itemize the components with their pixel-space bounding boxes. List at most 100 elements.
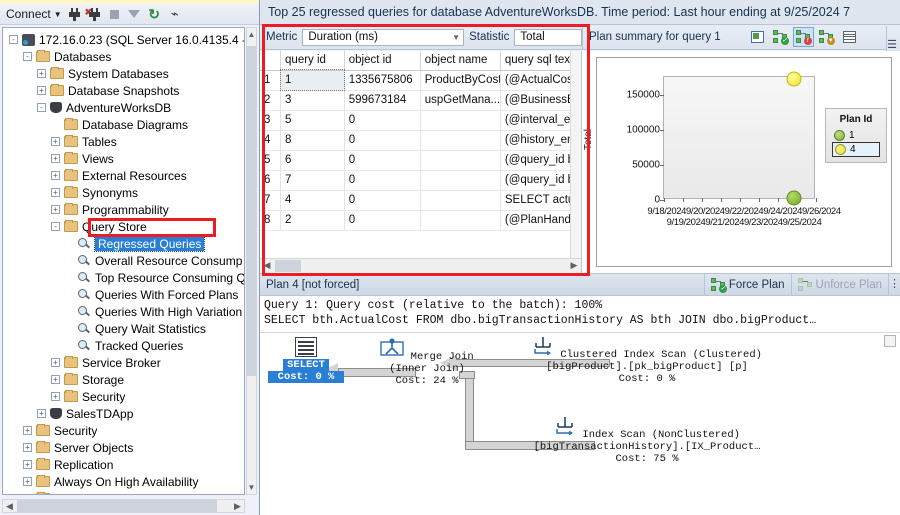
table-row[interactable]: 480 (@history_end_t (260, 130, 582, 151)
cell-sql[interactable]: (@BusinessEntity (500, 90, 582, 111)
grid-horizontal-scrollbar[interactable]: ◀ ▶ (260, 258, 581, 273)
cell-query-id[interactable]: 2 (280, 210, 345, 231)
cell-query-id[interactable]: 3 (280, 90, 345, 111)
cell-query-id[interactable]: 1 (279, 69, 346, 91)
cell-n[interactable]: 5 (260, 150, 282, 171)
scroll-left-icon[interactable]: ◀ (260, 259, 274, 272)
tree-item-synonyms[interactable]: + Synonyms (3, 184, 244, 201)
plan-node-merge-join[interactable]: Merge Join (Inner Join) Cost: 24 % (372, 337, 482, 387)
disconnect-plug-icon[interactable]: ✖ (85, 7, 102, 22)
tree-item-tracked-queries[interactable]: Tracked Queries (3, 337, 244, 354)
tree-vertical-scrollbar[interactable]: ▲ ▼ (246, 27, 257, 495)
cell-object-id[interactable]: 599673184 (344, 90, 421, 111)
scroll-left-icon[interactable]: ◀ (3, 500, 16, 512)
grid-view-icon[interactable] (839, 27, 860, 47)
cell-object-name[interactable] (420, 190, 501, 211)
tree-item-security[interactable]: + Security (3, 422, 244, 439)
cell-object-name[interactable] (420, 210, 501, 231)
execution-plan-canvas[interactable]: SELECT Cost: 0 % Merge Join (Inner Join)… (260, 332, 900, 515)
open-plan-window-icon[interactable] (747, 27, 768, 47)
cell-object-id[interactable]: 0 (344, 190, 421, 211)
cell-query-id[interactable]: 4 (280, 190, 345, 211)
cell-object-name[interactable]: uspGetMana... (420, 90, 501, 111)
column-header-query-id[interactable]: query id (280, 51, 345, 71)
table-row[interactable]: 670 (@query_id bigin (260, 170, 582, 191)
expand-icon[interactable]: + (51, 188, 60, 197)
connect-plug-icon[interactable] (67, 7, 82, 22)
refresh-icon[interactable]: ↻ (147, 6, 162, 22)
cell-object-id[interactable]: 0 (344, 150, 421, 171)
expand-icon[interactable]: + (51, 205, 60, 214)
cell-n[interactable]: 6 (260, 170, 282, 191)
table-row[interactable]: 740 SELECT actual_st (260, 190, 582, 211)
chart-data-point[interactable] (786, 71, 802, 87)
tree-item-query-store[interactable]: - Query Store (3, 218, 244, 235)
cell-object-id[interactable]: 1335675806 (344, 70, 421, 91)
expand-icon[interactable]: + (51, 392, 60, 401)
cell-object-name[interactable] (420, 130, 501, 151)
column-header-rownum[interactable] (260, 51, 282, 71)
cell-sql[interactable]: (@interval_end_t (500, 110, 582, 131)
tree-item-tables[interactable]: + Tables (3, 133, 244, 150)
cell-sql[interactable]: (@PlanHandle v (500, 210, 582, 231)
tree-item-top-resource-consuming-q[interactable]: Top Resource Consuming Q (3, 269, 244, 286)
scroll-up-icon[interactable]: ▲ (247, 28, 256, 41)
scroll-thumb[interactable] (247, 46, 256, 376)
cell-object-name[interactable]: ProductByCost (420, 70, 501, 91)
cell-query-id[interactable]: 7 (280, 170, 345, 191)
column-header-query-sql-text[interactable]: query sql text (500, 51, 582, 71)
filter-icon[interactable] (127, 7, 142, 22)
expand-icon[interactable]: + (51, 137, 60, 146)
legend-item[interactable]: 4 (832, 142, 880, 157)
expand-icon[interactable]: + (37, 86, 46, 95)
cell-object-name[interactable] (420, 170, 501, 191)
tree-item-regressed-queries[interactable]: Regressed Queries (3, 235, 244, 252)
expand-icon[interactable]: + (51, 358, 60, 367)
cell-n[interactable]: 7 (260, 190, 282, 211)
expand-icon[interactable]: + (51, 375, 60, 384)
cell-object-id[interactable]: 0 (344, 130, 421, 151)
scroll-right-icon[interactable]: ▶ (231, 500, 244, 512)
cell-sql[interactable]: (@ActualCost m (500, 70, 582, 91)
cell-sql[interactable]: (@query_id bigin (500, 150, 582, 171)
cell-query-id[interactable]: 5 (280, 110, 345, 131)
tree-item-service-broker[interactable]: + Service Broker (3, 354, 244, 371)
tree-item-always-on-high-availability[interactable]: + Always On High Availability (3, 473, 244, 490)
expand-icon[interactable]: + (23, 477, 32, 486)
cell-n[interactable]: 3 (260, 110, 282, 131)
cell-n[interactable]: 2 (260, 90, 282, 111)
metric-select[interactable]: Duration (ms) ▼ (302, 28, 465, 46)
tree-item-views[interactable]: + Views (3, 150, 244, 167)
scroll-right-icon[interactable]: ▶ (567, 259, 581, 272)
connect-button[interactable]: Connect ▼ (6, 7, 62, 21)
tree-item-172-16-0-23-sql-server-16-0-4135-4-edwir[interactable]: - 172.16.0.23 (SQL Server 16.0.4135.4 - e… (3, 31, 244, 48)
tree-horizontal-scrollbar[interactable]: ◀ ▶ (2, 499, 245, 513)
cell-sql[interactable]: SELECT actual_st (500, 190, 582, 211)
scroll-thumb[interactable] (275, 260, 301, 272)
tree-item-database-diagrams[interactable]: Database Diagrams (3, 116, 244, 133)
tree-item-programmability[interactable]: + Programmability (3, 201, 244, 218)
tree-item-queries-with-high-variation[interactable]: Queries With High Variation (3, 303, 244, 320)
expand-icon[interactable]: + (23, 494, 32, 495)
collapse-icon[interactable]: - (23, 52, 32, 61)
cell-n[interactable]: 4 (260, 130, 282, 151)
legend-item[interactable]: 1 (832, 129, 880, 142)
tree-item-queries-with-forced-plans[interactable]: Queries With Forced Plans (3, 286, 244, 303)
cell-object-id[interactable]: 0 (344, 110, 421, 131)
tree-item-security[interactable]: + Security (3, 388, 244, 405)
table-row[interactable]: 8 2 0 (@PlanHandle v (260, 210, 582, 231)
unforce-plan-button[interactable]: Unforce Plan (790, 273, 888, 296)
statistic-select[interactable]: Total (514, 28, 582, 46)
table-row[interactable]: 23599673184uspGetMana...(@BusinessEntity (260, 90, 582, 111)
table-row[interactable]: 1 1 1335675806 ProductByCost (@ActualCost m (260, 69, 582, 91)
cell-object-name[interactable] (420, 110, 501, 131)
cell-object-name[interactable] (420, 150, 501, 171)
tree-item-server-objects[interactable]: + Server Objects (3, 439, 244, 456)
cell-sql[interactable]: (@query_id bigin (500, 170, 582, 191)
plan-overflow-icon[interactable]: ⋮ (888, 273, 900, 296)
tree-item-storage[interactable]: + Storage (3, 371, 244, 388)
toolbar-overflow-button[interactable]: ☰ (886, 26, 900, 51)
activity-monitor-icon[interactable]: ⌁ (167, 6, 182, 22)
regressed-queries-table[interactable]: query id object id object name query sql te… (260, 51, 582, 231)
tree-item-salestdapp[interactable]: + SalesTDApp (3, 405, 244, 422)
